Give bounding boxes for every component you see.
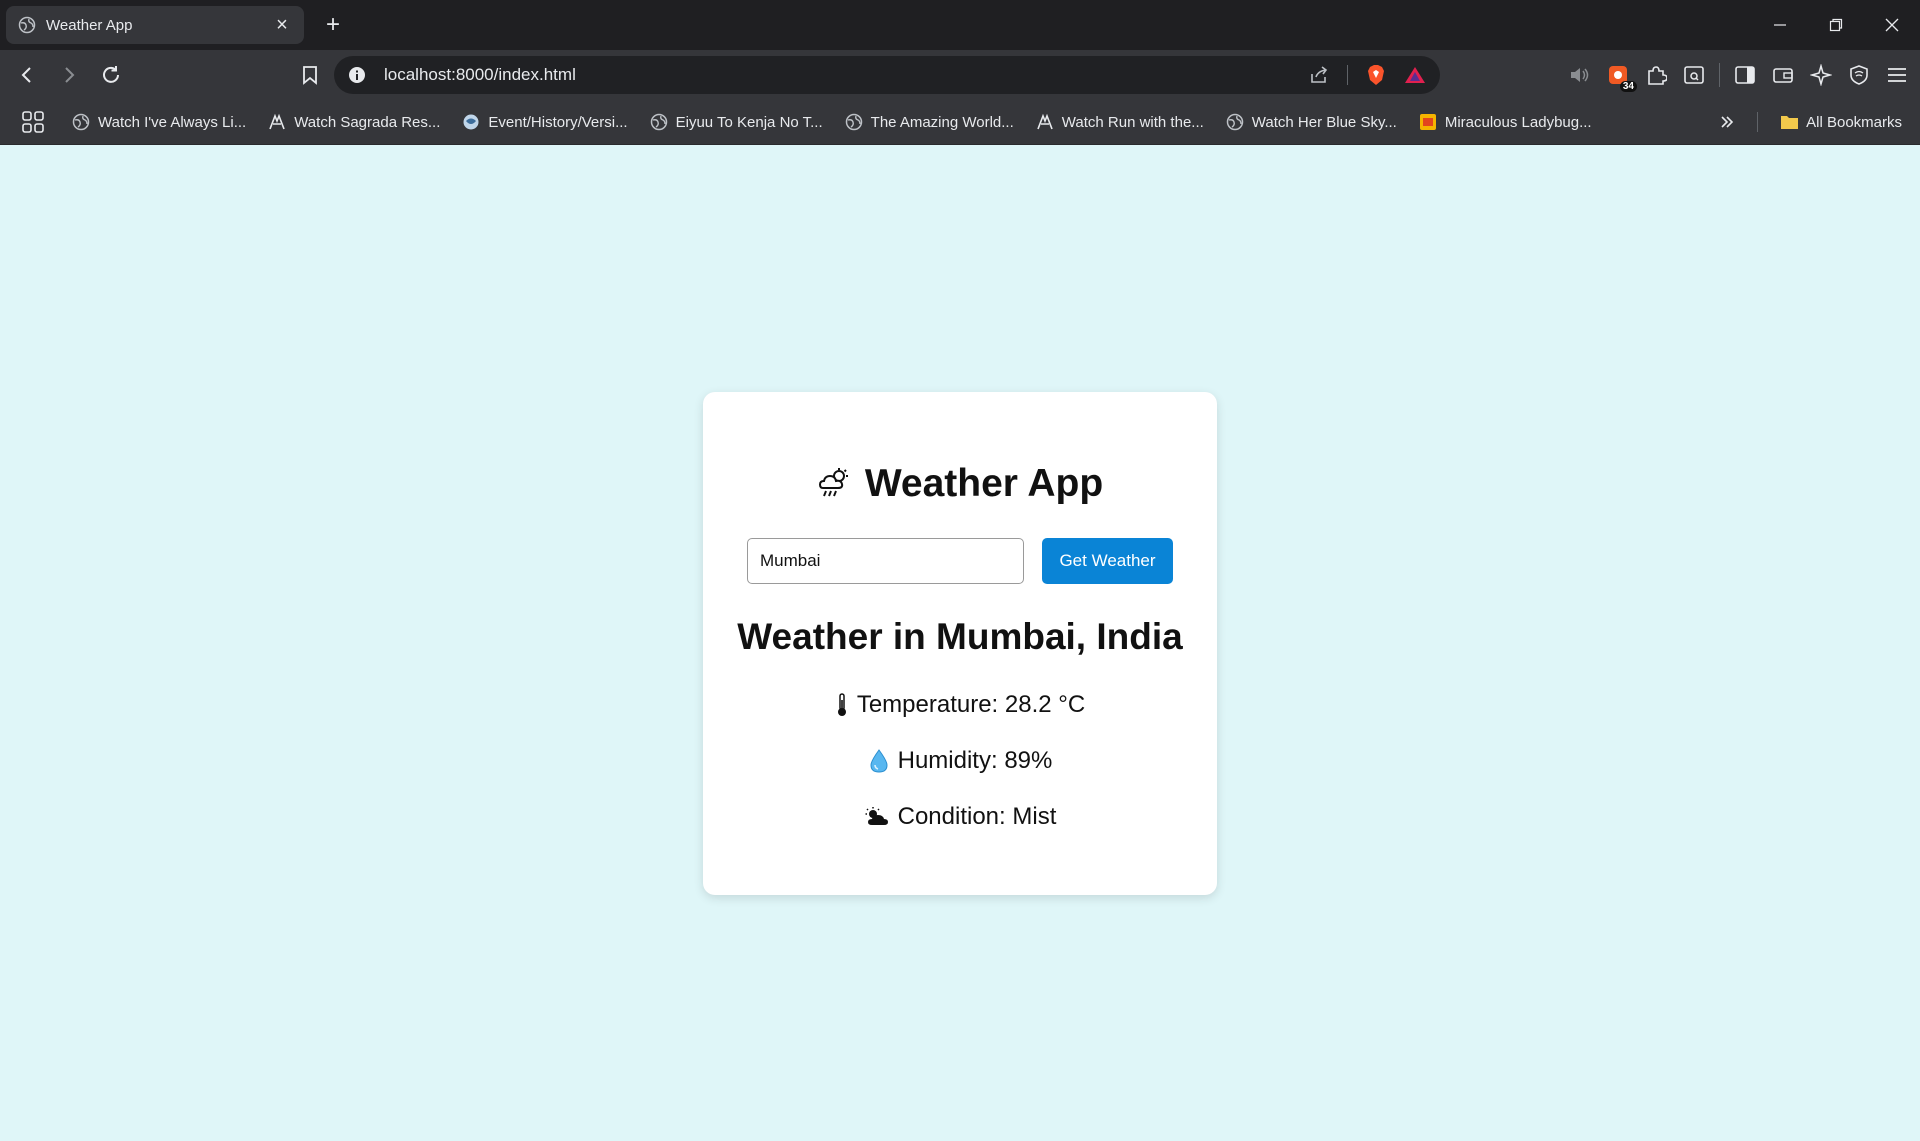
bookmark-item[interactable]: Eiyuu To Kenja No T...: [650, 113, 823, 131]
extension-icon[interactable]: 34: [1605, 62, 1637, 92]
bookmark-label: Watch Her Blue Sky...: [1251, 113, 1397, 131]
bookmark-label: Watch Sagrada Res...: [294, 113, 441, 131]
site-info-icon[interactable]: [348, 66, 366, 84]
leo-ai-icon[interactable]: [1808, 62, 1834, 88]
tab-title: Weather App: [46, 16, 133, 34]
globe-icon: [650, 113, 668, 131]
sun-behind-cloud-icon: [864, 803, 890, 831]
wiki-icon: [462, 113, 480, 131]
temperature-text: Temperature: 28.2 °C: [856, 691, 1086, 718]
toolbar-actions: 34: [1567, 50, 1910, 100]
folder-icon: [1780, 113, 1799, 131]
puzzle-icon[interactable]: [1643, 62, 1669, 88]
brave-shield-icon[interactable]: [1366, 64, 1386, 86]
new-tab-icon[interactable]: +: [318, 10, 348, 40]
brave-rewards-icon[interactable]: [1404, 65, 1426, 85]
all-bookmarks-button[interactable]: All Bookmarks: [1780, 113, 1902, 131]
humidity-text: Humidity: 89%: [897, 747, 1053, 774]
bookmark-page-icon[interactable]: [291, 56, 329, 94]
forward-icon[interactable]: [50, 56, 88, 94]
condition-row: Condition: Mist: [703, 803, 1217, 831]
page-viewport: Weather App Get Weather Weather in Mumba…: [0, 145, 1920, 1141]
reader-mode-icon[interactable]: [1681, 62, 1707, 88]
apps-grid-icon[interactable]: [22, 111, 46, 133]
bookmark-item[interactable]: Watch I've Always Li...: [72, 113, 246, 131]
more-bookmarks-icon[interactable]: [1719, 114, 1735, 130]
bookmark-item[interactable]: Watch Her Blue Sky...: [1226, 113, 1397, 131]
droplet-icon: [868, 747, 890, 775]
bookmarks-bar: Watch I've Always Li... Watch Sagrada Re…: [0, 100, 1920, 145]
anime-site-icon: [268, 113, 286, 131]
bookmark-item[interactable]: Watch Sagrada Res...: [268, 113, 440, 131]
divider: [1719, 63, 1720, 87]
city-input[interactable]: [747, 538, 1024, 584]
get-weather-button[interactable]: Get Weather: [1042, 538, 1173, 584]
globe-icon: [845, 113, 863, 131]
bookmark-item[interactable]: The Amazing World...: [845, 113, 1014, 131]
bookmark-label: Watch Run with the...: [1061, 113, 1204, 131]
vpn-shield-icon[interactable]: [1846, 62, 1872, 88]
tab-strip: Weather App × +: [0, 0, 1920, 50]
minimize-icon[interactable]: [1752, 0, 1808, 50]
humidity-row: Humidity: 89%: [703, 747, 1217, 775]
wallet-icon[interactable]: [1770, 62, 1796, 88]
bookmark-item[interactable]: Miraculous Ladybug...: [1419, 113, 1592, 131]
anime-site-icon: [1036, 113, 1054, 131]
search-row: Get Weather: [747, 538, 1173, 584]
reload-icon[interactable]: [92, 56, 130, 94]
close-tab-icon[interactable]: ×: [272, 15, 292, 35]
bookmark-item[interactable]: Watch Run with the...: [1036, 113, 1204, 131]
bookmarks-right: All Bookmarks: [1719, 100, 1902, 144]
fandom-icon: [1419, 113, 1437, 131]
divider: [1347, 65, 1348, 85]
result-title: Weather in Mumbai, India: [737, 616, 1183, 657]
temperature-row: Temperature: 28.2 °C: [703, 691, 1217, 719]
url-text: localhost:8000/index.html: [384, 65, 576, 84]
bookmark-label: Miraculous Ladybug...: [1444, 113, 1592, 131]
address-bar[interactable]: localhost:8000/index.html: [334, 56, 1440, 94]
bookmark-label: Eiyuu To Kenja No T...: [675, 113, 823, 131]
condition-text: Condition: Mist: [897, 803, 1057, 830]
back-icon[interactable]: [8, 56, 46, 94]
active-tab[interactable]: Weather App ×: [6, 6, 304, 44]
globe-icon: [72, 113, 90, 131]
bookmark-label: Watch I've Always Li...: [98, 113, 247, 131]
all-bookmarks-label: All Bookmarks: [1806, 113, 1902, 131]
weather-card: Weather App Get Weather Weather in Mumba…: [703, 392, 1217, 895]
globe-icon: [18, 16, 36, 34]
speaker-icon[interactable]: [1567, 62, 1593, 88]
divider: [1757, 112, 1759, 132]
cloud-rain-icon: [817, 466, 853, 502]
restore-icon[interactable]: [1808, 0, 1864, 50]
close-window-icon[interactable]: [1864, 0, 1920, 50]
bookmark-label: Event/History/Versi...: [488, 113, 628, 131]
bookmark-item[interactable]: Event/History/Versi...: [462, 113, 628, 131]
extension-badge: 34: [1619, 81, 1637, 92]
bookmark-label: The Amazing World...: [870, 113, 1014, 131]
share-icon[interactable]: [1309, 65, 1329, 85]
app-title: Weather App: [703, 462, 1217, 506]
globe-icon: [1226, 113, 1244, 131]
window-controls: [1752, 0, 1920, 50]
menu-icon[interactable]: [1884, 62, 1910, 88]
sidebar-icon[interactable]: [1732, 62, 1758, 88]
browser-toolbar: localhost:8000/index.html 34: [0, 50, 1920, 100]
thermometer-icon: [835, 691, 849, 719]
app-title-text: Weather App: [864, 462, 1104, 505]
